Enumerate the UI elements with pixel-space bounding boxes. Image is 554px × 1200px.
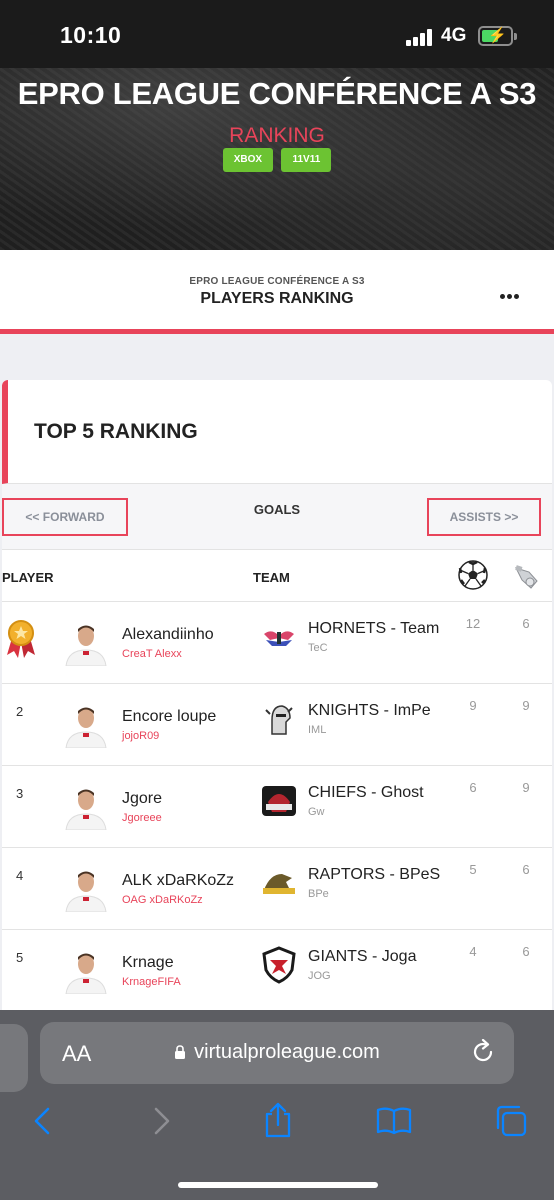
- table-row[interactable]: 4 ALK xDaRKoZz OAG xDaRKoZz RAPTORS - BP…: [2, 848, 552, 930]
- player-name[interactable]: Alexandiinho: [122, 626, 214, 644]
- player-avatar: [65, 707, 107, 748]
- column-player: PLAYER: [2, 570, 54, 585]
- bookmarks-icon[interactable]: [376, 1106, 412, 1136]
- rank-number: 2: [16, 704, 24, 719]
- page-header: EPRO LEAGUE CONFÉRENCE A S3 PLAYERS RANK…: [0, 250, 554, 334]
- rank-number: 4: [16, 868, 24, 883]
- battery-icon: ⚡: [478, 26, 517, 46]
- team-abbreviation: TeC: [308, 642, 328, 654]
- reload-icon[interactable]: [470, 1039, 496, 1065]
- ranking-card: TOP 5 RANKING << FORWARD GOALS ASSISTS >…: [2, 380, 552, 1020]
- chiefs-logo-icon: [262, 786, 296, 816]
- address-bar[interactable]: AA virtualproleague.com: [40, 1022, 514, 1084]
- url-text: virtualproleague.com: [194, 1041, 380, 1063]
- previous-tab-peek[interactable]: [0, 1024, 28, 1092]
- tag-format: 11V11: [281, 148, 332, 172]
- player-avatar: [65, 953, 107, 994]
- goals-value: 9: [469, 698, 477, 713]
- assists-value: 6: [522, 616, 530, 631]
- rank-number: 5: [16, 950, 24, 965]
- player-handle[interactable]: CreaT Alexx: [122, 648, 182, 660]
- status-time: 10:10: [60, 22, 122, 48]
- browser-toolbar: AA virtualproleague.com: [0, 1010, 554, 1200]
- assists-value: 9: [522, 780, 530, 795]
- player-handle[interactable]: jojoR09: [122, 730, 159, 742]
- home-indicator: [178, 1182, 378, 1188]
- table-row[interactable]: 2 Encore loupe jojoR09 KNIGHTS - ImPe IM…: [2, 684, 552, 766]
- assists-value: 9: [522, 698, 530, 713]
- tag-platform: XBOX: [222, 148, 274, 172]
- hero-subtitle: RANKING: [229, 124, 325, 147]
- assists-button-label: ASSISTS: [449, 510, 501, 524]
- player-handle[interactable]: Jgoreee: [122, 812, 162, 824]
- assists-value: 6: [522, 944, 530, 959]
- team-name[interactable]: GIANTS - Joga: [308, 948, 416, 966]
- status-bar: 10:10 4G ⚡: [0, 0, 554, 68]
- goals-value: 5: [469, 862, 477, 877]
- back-icon[interactable]: [28, 1106, 58, 1136]
- player-name[interactable]: ALK xDaRKoZz: [122, 872, 234, 890]
- goals-value: 12: [465, 616, 481, 631]
- hero-title: EPRO LEAGUE CONFÉRENCE A S3: [17, 76, 537, 111]
- column-team: TEAM: [253, 570, 290, 585]
- team-abbreviation: JOG: [308, 970, 331, 982]
- url-display[interactable]: virtualproleague.com: [40, 1041, 514, 1064]
- knights-logo-icon: [265, 705, 293, 735]
- assists-button[interactable]: ASSISTS >>: [427, 498, 541, 536]
- team-name[interactable]: KNIGHTS - ImPe: [308, 702, 431, 720]
- whistle-icon: [515, 565, 538, 589]
- goals-value: 6: [469, 780, 477, 795]
- team-name[interactable]: HORNETS - Team: [308, 620, 439, 638]
- team-abbreviation: Gw: [308, 806, 325, 818]
- signal-icon: [406, 28, 433, 46]
- table-row[interactable]: Alexandiinho CreaT Alexx HORNETS - Team …: [2, 602, 552, 684]
- forward-icon[interactable]: [146, 1106, 176, 1136]
- raptors-logo-icon: [263, 874, 295, 894]
- team-abbreviation: IML: [308, 724, 327, 736]
- page-title: PLAYERS RANKING: [200, 290, 354, 307]
- player-name[interactable]: Encore loupe: [122, 708, 216, 726]
- team-name[interactable]: RAPTORS - BPeS: [308, 866, 440, 884]
- hornets-logo-icon: [264, 631, 294, 646]
- player-avatar: [65, 625, 107, 666]
- gold-medal-icon: [7, 620, 35, 658]
- lock-icon: [175, 1045, 186, 1059]
- assists-value: 6: [522, 862, 530, 877]
- player-avatar: [65, 871, 107, 912]
- double-chevron-right-icon: >>: [504, 510, 519, 524]
- table-row[interactable]: 3 Jgore Jgoreee CHIEFS - Ghost Gw 6 9: [2, 766, 552, 848]
- player-handle[interactable]: KrnageFIFA: [122, 976, 181, 988]
- rank-number: 3: [16, 786, 24, 801]
- platform-tags: XBOX 11V11: [0, 148, 554, 172]
- card-title: TOP 5 RANKING: [34, 420, 198, 443]
- soccer-ball-icon: [458, 560, 488, 590]
- stat-navigation: << FORWARD GOALS ASSISTS >>: [2, 484, 552, 550]
- team-name[interactable]: CHIEFS - Ghost: [308, 784, 424, 802]
- team-abbreviation: BPe: [308, 888, 329, 900]
- tabs-icon[interactable]: [494, 1104, 528, 1138]
- player-name[interactable]: Jgore: [122, 790, 162, 808]
- goals-value: 4: [469, 944, 477, 959]
- more-menu-icon[interactable]: [500, 286, 521, 304]
- card-header: TOP 5 RANKING: [2, 380, 552, 484]
- page-league-name: EPRO LEAGUE CONFÉRENCE A S3: [189, 276, 365, 287]
- player-name[interactable]: Krnage: [122, 954, 174, 972]
- league-hero-banner: 10:10 4G ⚡ EPRO LEAGUE CONFÉRENCE A S3 R…: [0, 0, 554, 250]
- table-row[interactable]: 5 Krnage KrnageFIFA GIANTS - Joga JOG 4 …: [2, 930, 552, 1012]
- player-avatar: [65, 789, 107, 830]
- network-type: 4G: [441, 25, 467, 46]
- player-handle[interactable]: OAG xDaRKoZz: [122, 894, 203, 906]
- table-header: PLAYER TEAM: [2, 550, 552, 602]
- giants-logo-icon: [262, 946, 296, 984]
- share-icon[interactable]: [262, 1102, 294, 1138]
